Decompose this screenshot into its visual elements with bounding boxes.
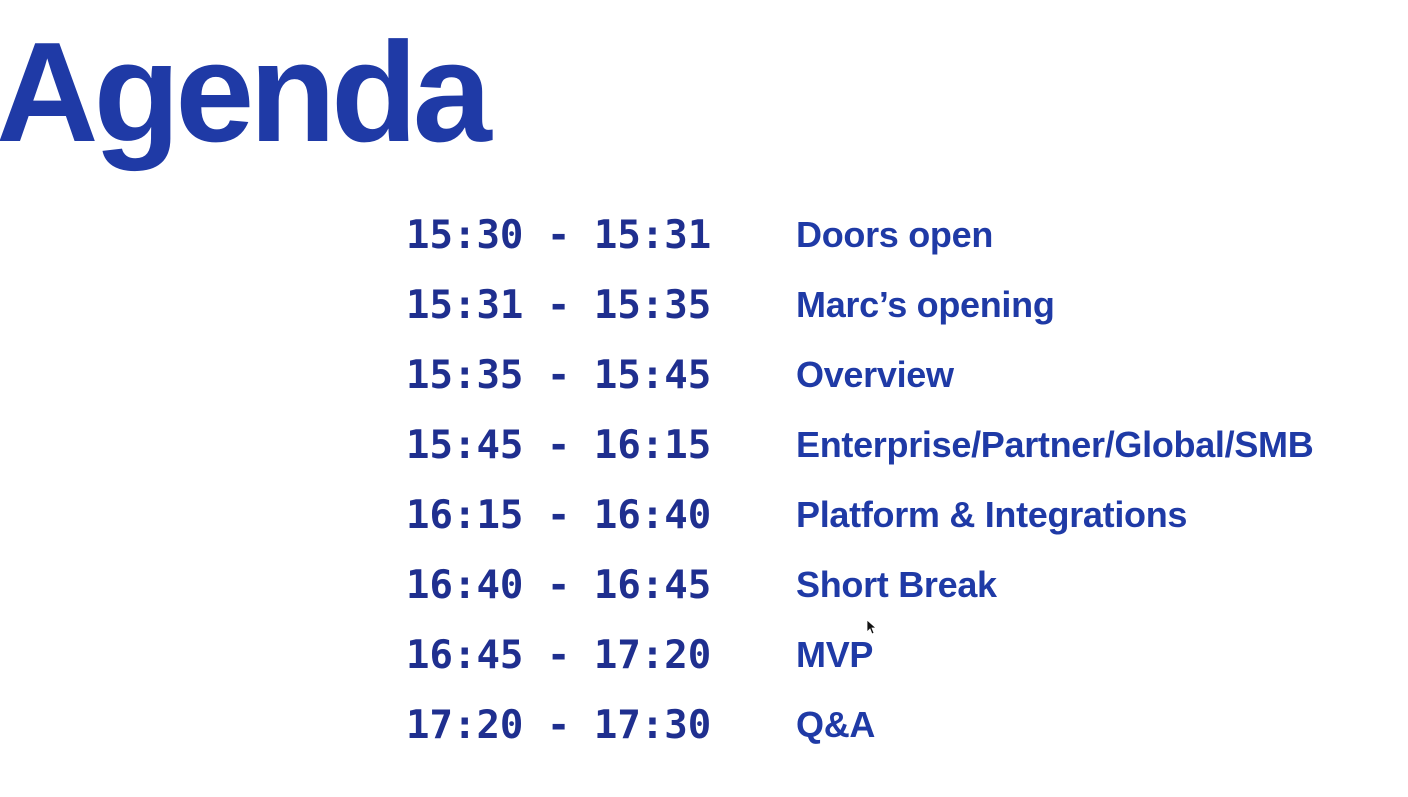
agenda-time: 16:45 - 17:20: [406, 632, 712, 678]
agenda-topic: Short Break: [796, 564, 997, 605]
agenda-time: 17:20 - 17:30: [406, 702, 712, 748]
agenda-topic: MVP: [796, 634, 874, 675]
agenda-topic: Enterprise/Partner/Global/SMB: [796, 424, 1314, 465]
agenda-row: 15:30 - 15:31 Doors open: [406, 200, 1313, 270]
agenda-row: 16:45 - 17:20 MVP: [406, 620, 1313, 690]
agenda-time: 16:40 - 16:45: [406, 562, 712, 608]
agenda-time: 15:45 - 16:15: [406, 422, 712, 468]
agenda-topic: Platform & Integrations: [796, 494, 1188, 535]
agenda-row: 16:15 - 16:40 Platform & Integrations: [406, 480, 1313, 550]
mouse-pointer-icon: [866, 619, 876, 635]
agenda-time: 15:31 - 15:35: [406, 282, 712, 328]
agenda-row: 16:40 - 16:45 Short Break: [406, 550, 1313, 620]
agenda-time: 15:30 - 15:31: [406, 212, 712, 258]
agenda-row: 15:31 - 15:35 Marc’s opening: [406, 270, 1313, 340]
agenda-row: 17:20 - 17:30 Q&A: [406, 690, 1313, 760]
agenda-list: 15:30 - 15:31 Doors open 15:31 - 15:35 M…: [406, 200, 1314, 760]
agenda-topic: Marc’s opening: [796, 284, 1055, 325]
agenda-row: 15:45 - 16:15 Enterprise/Partner/Global/…: [406, 410, 1314, 480]
agenda-topic: Overview: [796, 354, 954, 395]
agenda-row: 15:35 - 15:45 Overview: [406, 340, 1313, 410]
agenda-time: 15:35 - 15:45: [406, 352, 712, 398]
agenda-slide: Agenda 15:30 - 15:31 Doors open 15:31 - …: [0, 0, 1408, 797]
page-title: Agenda: [0, 13, 492, 172]
agenda-topic: Doors open: [796, 214, 994, 255]
agenda-topic: Q&A: [796, 704, 876, 745]
agenda-time: 16:15 - 16:40: [406, 492, 712, 538]
